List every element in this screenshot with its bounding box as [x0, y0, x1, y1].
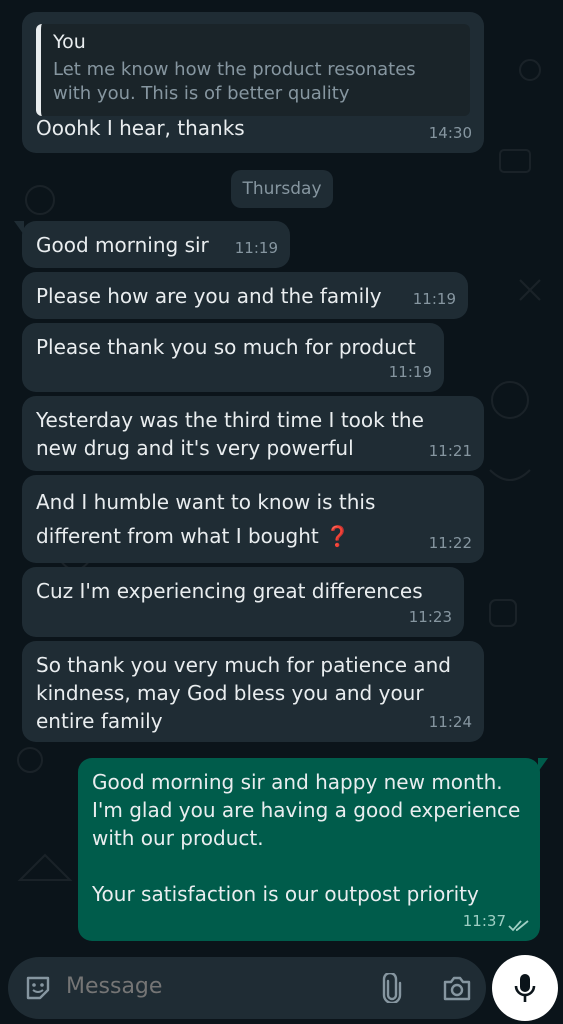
message-time: 11:24: [428, 713, 472, 731]
message-text: Yesterday was the third time I took the …: [36, 408, 424, 460]
message-time: 14:30: [428, 124, 472, 142]
message-text: Ooohk I hear, thanks: [36, 116, 245, 140]
message-text-paragraph-1: Good morning sir and happy new month. I'…: [92, 770, 521, 850]
message-text: Please thank you so much for product: [36, 335, 416, 359]
question-mark-emoji: ❓: [325, 524, 351, 548]
attach-icon[interactable]: [380, 973, 404, 1003]
message-text: Good morning sir: [36, 233, 209, 257]
voice-record-button[interactable]: [492, 955, 558, 1021]
outgoing-message[interactable]: Good morning sir and happy new month. I'…: [78, 758, 548, 941]
message-time: 11:19: [234, 239, 278, 257]
camera-icon[interactable]: [442, 974, 472, 1002]
incoming-message[interactable]: And I humble want to know is this differ…: [22, 475, 484, 563]
message-time: 11:21: [428, 442, 472, 460]
message-time: 11:23: [408, 608, 452, 626]
message-time: 11:19: [412, 290, 456, 308]
incoming-message[interactable]: Cuz I'm experiencing great differences 1…: [22, 567, 464, 637]
message-text: Please how are you and the family: [36, 284, 382, 308]
message-text-paragraph-2: Your satisfaction is our outpost priorit…: [92, 882, 479, 906]
reply-message-bubble[interactable]: You Let me know how the product resonate…: [22, 12, 484, 153]
incoming-message[interactable]: Please how are you and the family 11:19: [22, 272, 468, 319]
message-input[interactable]: [66, 974, 346, 999]
message-input-bar[interactable]: [8, 957, 486, 1019]
incoming-message[interactable]: Good morning sir 11:19: [14, 221, 290, 268]
incoming-message[interactable]: So thank you very much for patience and …: [22, 641, 484, 742]
incoming-message[interactable]: Yesterday was the third time I took the …: [22, 396, 484, 471]
message-time: 11:37: [462, 912, 506, 930]
incoming-message[interactable]: Please thank you so much for product 11:…: [22, 323, 444, 392]
message-text: Cuz I'm experiencing great differences: [36, 579, 423, 603]
message-time: 11:22: [428, 534, 472, 552]
message-text: So thank you very much for patience and …: [36, 653, 451, 733]
quoted-message[interactable]: You Let me know how the product resonate…: [36, 24, 470, 116]
message-time: 11:19: [388, 363, 432, 381]
quote-text: Let me know how the product resonates wi…: [53, 59, 416, 104]
mic-icon: [514, 974, 536, 1002]
double-check-icon: [508, 920, 529, 932]
sticker-icon[interactable]: [24, 974, 52, 1002]
quote-author: You: [53, 31, 86, 53]
day-separator: Thursday: [231, 170, 333, 208]
